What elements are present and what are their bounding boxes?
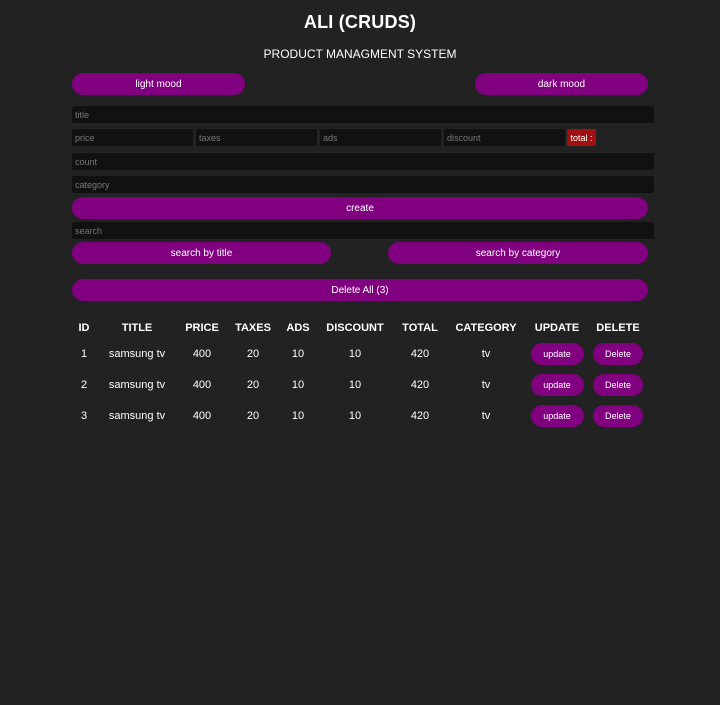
cell-total: 420 bbox=[410, 409, 430, 422]
cell-title: samsung tv bbox=[108, 347, 166, 360]
cell-update: update bbox=[526, 338, 588, 369]
table-row: 2 samsung tv 400 20 10 10 420 tv update … bbox=[72, 369, 648, 400]
col-header-update: UPDATE bbox=[534, 322, 580, 334]
cell-ads: 10 bbox=[291, 409, 305, 422]
cell-delete: Delete bbox=[588, 338, 648, 369]
cell-ads: 10 bbox=[291, 378, 305, 391]
dark-mode-button[interactable]: dark mood bbox=[475, 73, 648, 95]
cell-discount: 10 bbox=[348, 378, 362, 391]
delete-button[interactable]: Delete bbox=[593, 373, 643, 396]
table-header-row: ID TITLE PRICE TAXES ADS DISCOUNT TOTAL … bbox=[72, 318, 648, 338]
delete-all-button[interactable]: Delete All (3) bbox=[72, 279, 648, 301]
cell-price: 400 bbox=[192, 378, 212, 391]
col-header-ads: ADS bbox=[286, 322, 310, 334]
cell-taxes: 20 bbox=[246, 409, 260, 422]
ads-input[interactable] bbox=[320, 129, 441, 146]
cell-delete: Delete bbox=[588, 369, 648, 400]
cell-category: tv bbox=[481, 378, 491, 391]
cell-taxes: 20 bbox=[246, 347, 260, 360]
col-header-price: PRICE bbox=[185, 322, 219, 334]
cell-discount: 10 bbox=[348, 347, 362, 360]
col-header-title: TITLE bbox=[121, 322, 153, 334]
update-button[interactable]: update bbox=[530, 373, 584, 396]
total-badge: total : bbox=[567, 129, 596, 146]
products-table: ID TITLE PRICE TAXES ADS DISCOUNT TOTAL … bbox=[72, 318, 648, 431]
search-by-title-button[interactable]: search by title bbox=[72, 242, 331, 264]
col-header-discount: DISCOUNT bbox=[326, 322, 384, 334]
delete-button[interactable]: Delete bbox=[593, 342, 643, 365]
cell-category: tv bbox=[481, 409, 491, 422]
table-row: 3 samsung tv 400 20 10 10 420 tv update … bbox=[72, 400, 648, 431]
create-button[interactable]: create bbox=[72, 197, 648, 219]
delete-button[interactable]: Delete bbox=[593, 404, 643, 427]
update-button[interactable]: update bbox=[530, 342, 584, 365]
search-by-category-button[interactable]: search by category bbox=[388, 242, 648, 264]
cell-delete: Delete bbox=[588, 400, 648, 431]
cell-title: samsung tv bbox=[108, 409, 166, 422]
cell-id: 2 bbox=[80, 378, 88, 391]
light-mode-button[interactable]: light mood bbox=[72, 73, 245, 95]
cell-taxes: 20 bbox=[246, 378, 260, 391]
cell-discount: 10 bbox=[348, 409, 362, 422]
cell-category: tv bbox=[481, 347, 491, 360]
cell-total: 420 bbox=[410, 347, 430, 360]
taxes-input[interactable] bbox=[196, 129, 317, 146]
cell-update: update bbox=[526, 400, 588, 431]
cell-price: 400 bbox=[192, 409, 212, 422]
cell-update: update bbox=[526, 369, 588, 400]
col-header-delete: DELETE bbox=[596, 322, 640, 334]
col-header-taxes: TAXES bbox=[235, 322, 271, 334]
page-subtitle: PRODUCT MANAGMENT SYSTEM bbox=[263, 47, 457, 61]
cell-price: 400 bbox=[192, 347, 212, 360]
cell-title: samsung tv bbox=[108, 378, 166, 391]
price-input[interactable] bbox=[72, 129, 193, 146]
title-input[interactable] bbox=[72, 106, 654, 123]
category-input[interactable] bbox=[72, 176, 654, 193]
cell-ads: 10 bbox=[291, 347, 305, 360]
cell-total: 420 bbox=[410, 378, 430, 391]
col-header-id: ID bbox=[78, 322, 90, 334]
col-header-total: TOTAL bbox=[402, 322, 438, 334]
cell-id: 1 bbox=[80, 347, 88, 360]
page-title: ALI (CRUDS) bbox=[303, 12, 417, 32]
table-row: 1 samsung tv 400 20 10 10 420 tv update … bbox=[72, 338, 648, 369]
count-input[interactable] bbox=[72, 153, 654, 170]
search-input[interactable] bbox=[72, 222, 654, 239]
col-header-category: CATEGORY bbox=[455, 322, 517, 334]
cell-id: 3 bbox=[80, 409, 88, 422]
discount-input[interactable] bbox=[444, 129, 565, 146]
update-button[interactable]: update bbox=[530, 404, 584, 427]
